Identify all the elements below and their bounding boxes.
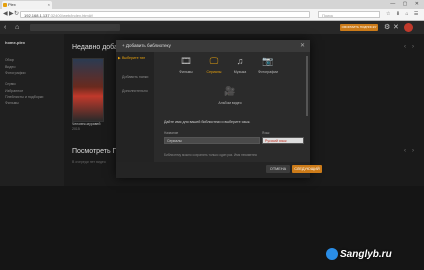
- library-name-input[interactable]: Сериалы: [164, 137, 260, 144]
- name-label: Название: [164, 131, 179, 135]
- watermark-text: Sanglyb.ru: [340, 249, 392, 260]
- sidebar-item-playlists[interactable]: Плейлисты и подборки: [5, 95, 43, 99]
- activity-icon[interactable]: ⚙: [384, 21, 390, 34]
- type-home-video[interactable]: Альбом видео: [217, 101, 243, 105]
- poster-year: 2015: [72, 127, 80, 131]
- url-host: 192.168.1.137: [24, 13, 50, 18]
- type-music[interactable]: Музыка: [227, 70, 253, 74]
- step-choose-type[interactable]: Выберите тип: [122, 56, 145, 60]
- music-icon[interactable]: ♫: [230, 56, 250, 66]
- sidebar-group-title: Сервис: [5, 82, 16, 86]
- dialog-steps: [116, 52, 154, 162]
- scroll-right-icon[interactable]: ›: [412, 148, 414, 154]
- close-icon[interactable]: ✕: [300, 40, 305, 52]
- step-add-folders[interactable]: Добавить папки: [122, 75, 148, 79]
- avatar[interactable]: [404, 23, 413, 32]
- sidebar-item-movies[interactable]: Фильмы: [5, 101, 19, 105]
- url-field[interactable]: 192.168.1.137:32400/web/index.html#!: [20, 11, 310, 18]
- browser-tab[interactable]: Plex ×: [2, 1, 52, 9]
- continue-watching-empty: В очереди нет видео: [72, 160, 106, 164]
- cancel-button[interactable]: ОТМЕНА: [266, 165, 290, 173]
- step-advanced[interactable]: Дополнительно: [122, 89, 148, 93]
- sidebar-item-favorites[interactable]: Избранное: [5, 89, 23, 93]
- back-arrow-icon[interactable]: ◀: [3, 10, 8, 19]
- scroll-left-icon[interactable]: ‹: [404, 148, 406, 154]
- forward-arrow-icon[interactable]: ▶: [9, 10, 14, 19]
- plex-back-icon[interactable]: ‹: [4, 21, 6, 34]
- plex-home-icon[interactable]: ⌂: [15, 21, 19, 34]
- sidebar-item-photos[interactable]: Фотографии: [5, 71, 26, 75]
- url-path: :32400/web/index.html#!: [49, 13, 93, 18]
- next-button[interactable]: СЛЕДУЮЩИЙ: [292, 165, 322, 173]
- tab-close-icon[interactable]: ×: [48, 1, 50, 9]
- movies-icon[interactable]: 🎞: [176, 56, 196, 67]
- language-select[interactable]: Русский язык: [262, 137, 304, 144]
- type-tv-shows[interactable]: Сериалы: [201, 70, 227, 74]
- browser-toolbar-icons[interactable]: ☆ ⬇ ⌂ ☰: [386, 10, 420, 19]
- watermark-logo-icon: [326, 248, 338, 260]
- dialog-description: Дайте имя для вашей библиотеки и выберит…: [164, 120, 251, 124]
- video-camera-icon[interactable]: 🎥: [220, 86, 240, 97]
- plex-favicon-icon: [3, 3, 7, 7]
- sidebar-server-name[interactable]: home-plex: [5, 40, 25, 45]
- browser-tab-title: Plex: [8, 2, 16, 7]
- scroll-left-icon[interactable]: ‹: [404, 44, 406, 50]
- language-label: Язык: [262, 131, 270, 135]
- dialog-title-text: Добавить библиотеку: [125, 43, 171, 48]
- tv-shows-icon[interactable]: 🖵: [204, 56, 224, 67]
- browser-search-input[interactable]: Поиск: [318, 11, 380, 18]
- scroll-right-icon[interactable]: ›: [412, 44, 414, 50]
- dialog-title: + Добавить библиотеку: [122, 40, 171, 52]
- reload-icon[interactable]: ↻: [14, 10, 19, 19]
- plex-search-input[interactable]: [30, 24, 120, 31]
- dialog-scrollbar[interactable]: [306, 56, 308, 116]
- step-indicator-icon: ▶: [118, 56, 121, 60]
- browser-tab-bar: [0, 0, 424, 9]
- settings-icon[interactable]: ✕: [393, 21, 399, 34]
- camera-icon[interactable]: 📷: [258, 56, 278, 67]
- window-controls[interactable]: — ▢ ✕: [390, 0, 422, 9]
- type-movies[interactable]: Фильмы: [173, 70, 199, 74]
- type-photos[interactable]: Фотографии: [255, 70, 281, 74]
- dialog-note: Библиотеку можно сохранить только один р…: [164, 153, 258, 157]
- continue-watching-title: Посмотреть П: [72, 148, 118, 155]
- movie-poster[interactable]: [72, 58, 104, 122]
- sidebar-group-title: Обзор: [5, 58, 15, 62]
- subscribe-button[interactable]: ОФОРМИТЬ ПОДПИСКУ: [340, 24, 378, 31]
- poster-title[interactable]: Человек-муравей: [72, 122, 100, 126]
- sidebar-item-video[interactable]: Видео: [5, 65, 16, 69]
